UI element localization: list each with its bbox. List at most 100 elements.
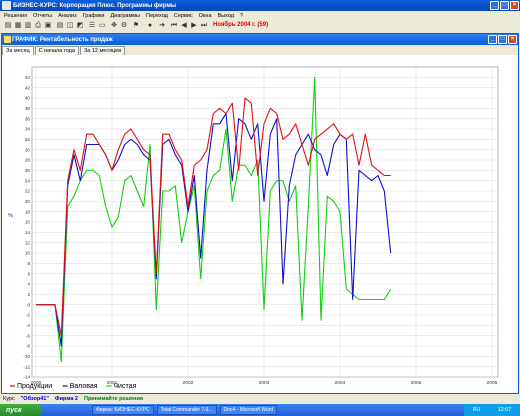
system-tray: RU 12:07 [464,404,520,416]
legend-label: Валовая [70,383,98,390]
menu-item[interactable]: Анализ [58,13,77,19]
chart-minimize-button[interactable]: _ [488,35,497,44]
app-icon [2,1,11,10]
menu-item[interactable]: Выход [218,13,234,19]
chart-window-title-bar: ГРАФИК: Рентабельность продаж _ □ × [2,34,518,45]
menu-item[interactable]: Графики [83,13,105,19]
close-button[interactable]: × [510,1,519,10]
taskbar-item[interactable]: Фирма: БИЗНЕС-КУРС [92,405,154,415]
y-tick-label: 4 [27,282,30,287]
start-button[interactable]: пуск [0,404,42,416]
chart-window-title: ГРАФИК: Рентабельность продаж [12,36,113,43]
calc-icon[interactable]: ▣ [44,22,52,30]
firm-label: Фирма 2 [54,396,78,402]
menu-item[interactable]: Диаграммы [111,13,141,19]
y-tick-label: 32 [25,137,31,142]
y-tick-label: -6 [26,333,31,338]
chart-svg: -14-12-10-8-6-4-202468101214161820222426… [8,66,499,390]
y-tick-label: -8 [26,344,31,349]
y-tick-label: 40 [25,96,31,101]
list-icon[interactable]: ☰ [88,22,96,30]
y-tick-label: 24 [25,178,31,183]
menu-item[interactable]: Отчеты [33,13,52,19]
y-tick-label: 16 [25,220,31,225]
y-tick-label: -10 [23,354,30,359]
y-tick-label: 8 [27,261,30,266]
chart-icon[interactable]: ▥ [24,22,32,30]
next-icon[interactable]: ▶ [190,22,198,30]
app-title: БИЗНЕС-КУРС: Корпорация Плюс. Программы … [13,2,177,9]
settings-icon[interactable]: ⚙ [120,22,128,30]
table-icon[interactable]: ▦ [14,22,22,30]
help-icon[interactable]: ● [146,22,154,30]
first-icon[interactable]: ⏮ [170,22,178,30]
x-tick-label: 2003 [259,380,270,386]
last-icon[interactable]: ⏭ [200,22,208,30]
prev-icon[interactable]: ◀ [180,22,188,30]
decision-label: Принимайте решения [83,396,144,402]
clock: 12:07 [497,407,512,413]
minimize-button[interactable]: _ [490,1,499,10]
menu-item[interactable]: Переход [146,13,168,19]
y-tick-label: 38 [25,106,31,111]
y-tick-label: 28 [25,158,31,163]
maximize-button[interactable]: □ [500,1,509,10]
y-tick-label: 18 [25,209,31,214]
flag-icon[interactable]: ⚑ [132,22,140,30]
graph-icon[interactable]: ◫ [66,22,74,30]
y-tick-label: 36 [25,116,31,121]
report-icon[interactable]: ▤ [56,22,64,30]
menu-item[interactable]: Решения [4,13,27,19]
doc-icon[interactable]: ▤ [4,22,12,30]
move-icon[interactable]: ✥ [110,22,118,30]
lang-indicator[interactable]: RU [473,407,481,413]
chart-tabs: За месяц С начала года За 12 месяцев [2,45,518,55]
chart-close-button[interactable]: × [508,35,517,44]
taskbar-item[interactable]: Total Commander 7.0... [156,405,217,415]
y-tick-label: 30 [25,147,31,152]
y-tick-label: 10 [25,251,31,256]
print-icon[interactable]: ⎙ [34,22,42,30]
chart-window: ГРАФИК: Рентабельность продаж _ □ × За м… [1,33,519,394]
period-label: Ноябрь 2004 г. (59) [213,22,269,28]
tab-year-to-date[interactable]: С начала года [34,46,79,55]
x-tick-label: 2002 [183,380,194,386]
menu-item[interactable]: ? [240,13,243,19]
y-tick-label: 26 [25,168,31,173]
y-tick-label: 6 [27,271,30,276]
chart-window-icon [4,36,11,43]
x-tick-label: 2006 [487,380,498,386]
y-tick-label: -14 [23,375,30,380]
y-tick-label: 20 [25,199,31,204]
taskbar: пуск Фирма: БИЗНЕС-КУРС Total Commander … [0,404,520,416]
y-tick-label: 34 [25,127,31,132]
kurs-label: Курс [3,396,15,402]
x-tick-label: 2004 [335,380,346,386]
chart-plot-area: -14 -12 -10 -8 -6 -4 -2 0 2 4 6 8 10 12 14 16 18 20 22 24 26… [2,55,518,393]
y-tick-label: -2 [26,313,31,318]
y-tick-label: 14 [25,230,31,235]
diagram-icon[interactable]: ◩ [76,22,84,30]
taskbar-item[interactable]: Doc4 - Microsoft Word [219,405,278,415]
y-tick-label: 44 [25,75,31,80]
y-tick-label: 0 [27,302,30,307]
window-icon[interactable]: ▭ [98,22,106,30]
tab-12-months[interactable]: За 12 месяцев [79,46,126,55]
legend-label: Продукции [17,383,52,390]
menu-item[interactable]: Окна [199,13,212,19]
y-tick-label: -12 [23,364,30,369]
chart-maximize-button[interactable]: □ [498,35,507,44]
menu-item[interactable]: Сервис [174,13,193,19]
tab-month[interactable]: За месяц [2,46,34,55]
y-axis-label: % [8,213,13,219]
y-tick-label: 2 [27,292,30,297]
menu-bar: Решения Отчеты Анализ Графики Диаграммы … [0,11,520,20]
kurs-value: "Обзор41" [20,396,49,402]
y-tick-label: 22 [25,189,31,194]
y-tick-label: 42 [25,85,31,90]
app-title-bar: БИЗНЕС-КУРС: Корпорация Плюс. Программы … [0,0,520,11]
y-tick-label: -4 [26,323,31,328]
status-bar: Курс "Обзор41" Фирма 2 Принимайте решени… [0,394,520,404]
next-arrow-icon[interactable]: ➜ [158,22,166,30]
x-tick-label: 2005 [411,380,422,386]
